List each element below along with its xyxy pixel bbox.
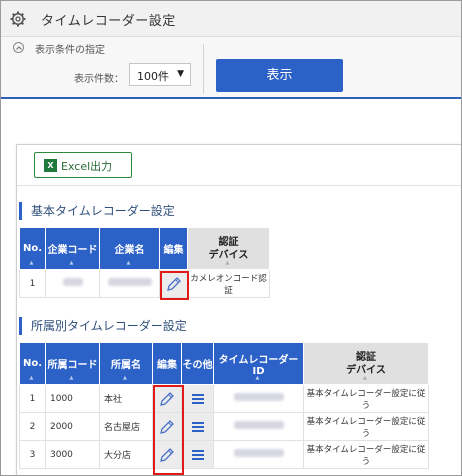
excel-button-label: Excel出力: [61, 160, 113, 173]
redacted-text: [233, 421, 284, 429]
caret-down-icon: ▼: [177, 69, 184, 79]
filter-section-label[interactable]: 表示条件の指定: [35, 41, 105, 56]
count-select-value: 100件: [137, 70, 169, 83]
section-title-dept: 所属別タイムレコーダー設定: [19, 317, 187, 335]
menu-icon[interactable]: [191, 421, 205, 433]
column-header-dept-code[interactable]: 所属コード ▲: [45, 342, 100, 385]
row-no: 1: [19, 384, 46, 413]
chevron-up-icon[interactable]: [13, 42, 24, 53]
company-name-cell: [99, 269, 160, 298]
table-row: 1 カメレオンコード認証: [19, 269, 270, 298]
sort-triangle-icon: ▲: [69, 260, 74, 266]
table-header-row: No. ▲ 企業コード ▲ 企業名 ▲ 編集 認証 デバイス ▲: [19, 227, 270, 270]
column-header-auth-device[interactable]: 認証 デバイス ▲: [187, 227, 270, 270]
filter-panel: 表示条件の指定 表示件数： 100件 ▼ 表示: [1, 37, 461, 99]
sort-triangle-icon: ▲: [123, 375, 127, 381]
sort-triangle-icon: ▲: [126, 260, 131, 266]
other-cell: [181, 412, 214, 441]
dept-code-cell: 1000: [45, 384, 100, 413]
count-select[interactable]: 100件 ▼: [129, 63, 191, 86]
menu-icon[interactable]: [191, 393, 205, 405]
auth-device-cell: 基本タイムレコーダー設定に従う: [303, 440, 429, 469]
column-header-edit: 編集: [159, 227, 188, 270]
column-header-company-name[interactable]: 企業名 ▲: [99, 227, 160, 270]
results-card: X Excel出力 基本タイムレコーダー設定 No. ▲ 企業コード ▲ 企業名 ▲ …: [16, 144, 461, 475]
gear-icon[interactable]: [10, 11, 26, 27]
count-label: 表示件数：: [74, 74, 124, 85]
highlight-box: [160, 271, 189, 300]
sort-triangle-icon: ▲: [29, 260, 34, 266]
redacted-text: [233, 449, 284, 457]
redacted-text: [62, 278, 83, 286]
recorder-id-cell: [213, 412, 304, 441]
auth-device-cell: 基本タイムレコーダー設定に従う: [303, 412, 429, 441]
sort-triangle-icon: ▲: [255, 375, 260, 381]
dept-code-cell: 3000: [45, 440, 100, 469]
excel-icon: X: [44, 159, 57, 172]
title-bar: タイムレコーダー設定: [1, 1, 461, 37]
other-cell: [181, 384, 214, 413]
auth-device-cell: 基本タイムレコーダー設定に従う: [303, 384, 429, 413]
recorder-id-cell: [213, 440, 304, 469]
dept-name-cell: 名古屋店: [99, 412, 153, 441]
page-title: タイムレコーダー設定: [41, 14, 176, 29]
row-no: 3: [19, 440, 46, 469]
dept-settings-table: No. ▲ 所属コード ▲ 所属名 ▲ 編集 その他 タイムレコーダーID ▲ 認証 デ…: [19, 342, 429, 469]
sort-triangle-icon: ▲: [363, 375, 367, 381]
sort-triangle-icon: ▲: [29, 375, 34, 381]
redacted-text: [107, 278, 152, 286]
table-row: 1 1000 本社 基本タイムレコーダー設定に従う: [19, 384, 429, 413]
row-no: 1: [19, 269, 46, 298]
highlight-box: [153, 385, 184, 475]
column-header-edit: 編集: [152, 342, 182, 385]
show-button[interactable]: 表示: [216, 59, 343, 92]
table-header-row: No. ▲ 所属コード ▲ 所属名 ▲ 編集 その他 タイムレコーダーID ▲ 認証 デ…: [19, 342, 429, 385]
company-code-cell: [45, 269, 100, 298]
sort-triangle-icon: ▲: [225, 260, 230, 266]
divider: [17, 185, 461, 186]
table-row: 2 2000 名古屋店 基本タイムレコーダー設定に従う: [19, 412, 429, 441]
recorder-id-cell: [213, 384, 304, 413]
section-title-basic: 基本タイムレコーダー設定: [19, 202, 175, 220]
menu-icon[interactable]: [191, 449, 205, 461]
redacted-text: [233, 393, 284, 401]
basic-settings-table: No. ▲ 企業コード ▲ 企業名 ▲ 編集 認証 デバイス ▲ 1 カメレオンコード認…: [19, 227, 270, 298]
column-header-dept-name[interactable]: 所属名 ▲: [99, 342, 153, 385]
divider: [203, 44, 204, 94]
table-row: 3 3000 大分店 基本タイムレコーダー設定に従う: [19, 440, 429, 469]
column-header-recorder-id[interactable]: タイムレコーダーID ▲: [213, 342, 304, 385]
column-header-no[interactable]: No. ▲: [19, 342, 46, 385]
dept-name-cell: 本社: [99, 384, 153, 413]
column-header-company-code[interactable]: 企業コード ▲: [45, 227, 100, 270]
dept-name-cell: 大分店: [99, 440, 153, 469]
other-cell: [181, 440, 214, 469]
column-header-other: その他: [181, 342, 214, 385]
column-header-no[interactable]: No. ▲: [19, 227, 46, 270]
column-header-auth-device[interactable]: 認証 デバイス ▲: [303, 342, 429, 385]
sort-triangle-icon: ▲: [69, 375, 74, 381]
auth-device-cell: カメレオンコード認証: [187, 269, 270, 298]
row-no: 2: [19, 412, 46, 441]
excel-export-button[interactable]: X Excel出力: [34, 152, 132, 178]
dept-code-cell: 2000: [45, 412, 100, 441]
app-window: タイムレコーダー設定 表示条件の指定 表示件数： 100件 ▼ 表示 X Exc…: [0, 0, 462, 476]
